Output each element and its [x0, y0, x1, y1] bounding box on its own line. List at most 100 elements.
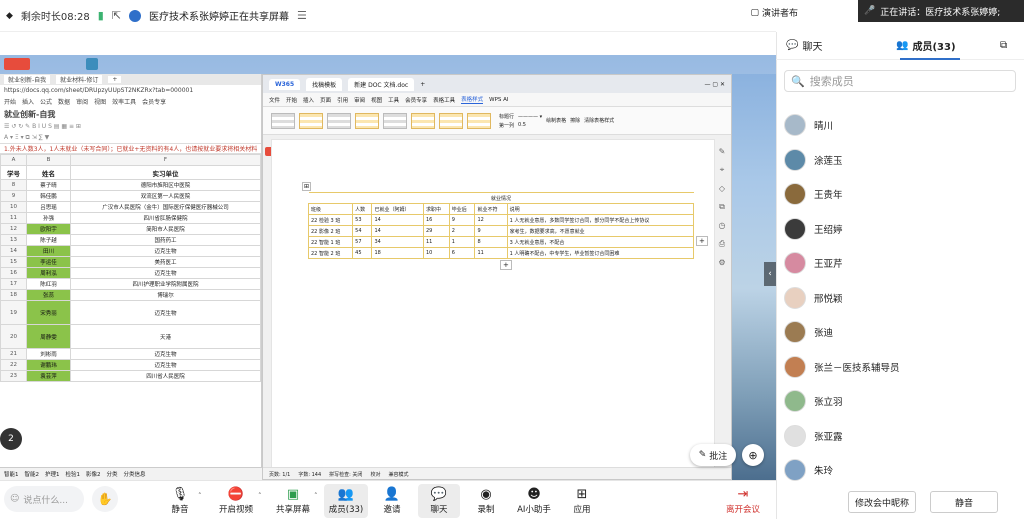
doc-menu-item[interactable]: 引用 — [337, 96, 348, 104]
table-cell[interactable]: 1 — [448, 236, 476, 248]
member-row[interactable]: 邢悦颖 — [784, 284, 843, 312]
share-menu-icon[interactable]: ☰ — [297, 9, 307, 22]
row-number-cell[interactable]: 13 — [0, 234, 27, 246]
table-cell[interactable]: 6 — [448, 247, 476, 259]
table-style-swatch[interactable] — [299, 112, 323, 129]
doc-menu-item[interactable]: 页面 — [320, 96, 331, 104]
name-cell[interactable]: 韩佳鹏 — [26, 190, 71, 202]
table-cell[interactable]: 9 — [474, 225, 508, 237]
tab-members[interactable]: 👥 成员(33) — [896, 38, 1000, 53]
add-row-icon[interactable]: + — [500, 260, 512, 270]
settings-icon[interactable]: ⚙ — [718, 258, 725, 267]
header-cell[interactable]: 求职中 — [422, 203, 450, 215]
row-number-cell[interactable]: 18 — [0, 289, 27, 301]
table-title[interactable]: 就业情况 — [308, 192, 694, 204]
pen-icon[interactable]: ✎ — [719, 147, 726, 156]
ribbon-label[interactable]: 绘制表格 — [546, 117, 566, 124]
table-cell[interactable]: 54 — [352, 225, 373, 237]
table-cell[interactable]: 3 人无就业意愿，不配合 — [506, 236, 695, 248]
doc-tab[interactable]: 找稿模板 — [306, 77, 343, 91]
table-cell[interactable]: 22 智能 1 班 — [307, 236, 354, 248]
sheet-tab[interactable]: 护理1 — [45, 470, 60, 478]
doc-menu-item[interactable]: WPS AI — [489, 97, 508, 103]
table-cell[interactable]: 10 — [422, 247, 450, 259]
select-icon[interactable]: ⌖ — [720, 165, 725, 175]
table-cell[interactable]: 12 — [474, 214, 508, 226]
apps-button[interactable]: ⊞ 应用 — [570, 484, 594, 518]
raise-hand-button[interactable]: ✋ — [92, 486, 118, 512]
chevron-up-icon[interactable]: ˄ — [314, 492, 318, 500]
sheet-menu-item[interactable]: 审阅 — [76, 97, 88, 106]
rename-button[interactable]: 修改会中昵称 — [848, 491, 916, 513]
leave-meeting-button[interactable]: ⇥ 离开会议 — [722, 484, 764, 518]
member-row[interactable]: 王绍婷 — [784, 215, 843, 243]
table-cell[interactable]: 家考生，数据要求高，不愿意就业 — [506, 225, 695, 237]
unit-cell[interactable]: 广汉市人民医院（金牛）国际医疗保健医疗器械公司 — [70, 201, 261, 213]
name-cell[interactable]: 孙强 — [26, 212, 71, 224]
table-cell[interactable]: 45 — [352, 247, 373, 259]
doc-menu-item[interactable]: 开始 — [286, 96, 297, 104]
print-icon[interactable]: ⎙ — [719, 239, 725, 249]
header-cell[interactable]: 姓名 — [26, 165, 71, 180]
doc-menu-item[interactable]: 表格样式 — [461, 95, 484, 104]
member-row[interactable]: 张迪 — [784, 318, 833, 346]
unit-cell[interactable]: 迈克生物 — [70, 359, 261, 371]
name-cell[interactable]: 谢鹏玮 — [26, 359, 71, 371]
sheet-menu-item[interactable]: 公式 — [40, 97, 52, 106]
header-cell[interactable]: 毕业后 — [448, 203, 476, 215]
spreadsheet-window[interactable]: 就业创新-自我 就业材料-修订 + https://docs.qq.com/sh… — [0, 74, 262, 480]
unit-cell[interactable]: 迈克生物 — [70, 348, 261, 360]
sheet-menu-item[interactable]: 插入 — [22, 97, 34, 106]
name-cell[interactable]: 陈子越 — [26, 234, 71, 246]
chat-input[interactable]: ☺ 说点什么... — [4, 486, 84, 512]
unit-cell[interactable]: 简阳市人民医院 — [70, 223, 261, 235]
doc-page[interactable]: ⊞ 就业情况 班级 人数 已就业（阿姆） 求职中 毕业后 就业不符 说明 22 检验 3 班… — [271, 139, 715, 469]
sheet-tab[interactable]: 分类 — [107, 470, 118, 478]
share-out-icon[interactable]: ⇱ — [112, 9, 121, 22]
name-cell[interactable]: 蔡子晴 — [26, 179, 71, 191]
border-style-select[interactable]: ———— ▾ — [518, 114, 542, 120]
row-number-cell[interactable]: 16 — [0, 267, 27, 279]
sheet-tab[interactable]: 智能2 — [25, 470, 40, 478]
unit-cell[interactable]: 德阳市旌阳区中医院 — [70, 179, 261, 191]
annotate-button[interactable]: ✎ 批注 — [690, 444, 736, 466]
copy-icon[interactable]: ⧉ — [719, 202, 725, 212]
chevron-up-icon[interactable]: ˄ — [198, 492, 202, 500]
row-number-cell[interactable]: 23 — [0, 370, 27, 382]
tab-chat[interactable]: 💬 聊天 — [786, 38, 896, 53]
sheet-scroll-indicator[interactable]: 2 — [0, 428, 22, 450]
table-cell[interactable]: 14 — [371, 225, 424, 237]
table-style-swatch[interactable] — [355, 112, 379, 129]
table-style-swatch[interactable] — [411, 112, 435, 129]
table-cell[interactable]: 34 — [371, 236, 424, 248]
name-cell[interactable]: 张蕊 — [26, 289, 71, 301]
table-style-swatch[interactable] — [467, 112, 491, 129]
ribbon-label[interactable]: 擦除 — [570, 117, 580, 124]
sheet-menu-item[interactable]: 开始 — [4, 97, 16, 106]
table-cell[interactable]: 14 — [371, 214, 424, 226]
col-header[interactable]: B — [26, 154, 71, 166]
row-number-cell[interactable]: 22 — [0, 359, 27, 371]
row-number-cell[interactable]: 20 — [0, 324, 27, 349]
mute-all-button[interactable]: 静音 — [930, 491, 998, 513]
video-button[interactable]: ⛔ 开启视频 — [216, 484, 256, 518]
sheet-tab[interactable]: 就业创新-自我 — [4, 75, 51, 84]
doc-menu-item[interactable]: 视图 — [371, 96, 382, 104]
share-screen-button[interactable]: ▣ 共享屏幕 — [274, 484, 312, 518]
sheet-tab[interactable]: 分类信息 — [124, 470, 146, 478]
header-cell[interactable]: 学号 — [0, 165, 27, 180]
member-row[interactable]: 朱玲 — [784, 456, 833, 484]
table-cell[interactable]: 2 — [448, 225, 476, 237]
row-number-cell[interactable]: 14 — [0, 245, 27, 257]
unit-cell[interactable]: 四川省人民医院 — [70, 370, 261, 382]
stage-arrow-icon[interactable]: ‹ — [764, 262, 776, 286]
address-bar[interactable]: https://docs.qq.com/sheet/DRUpzyUUpST2NK… — [0, 85, 261, 96]
ai-assistant-button[interactable]: ☻ AI小助手 — [514, 484, 554, 518]
mute-button[interactable]: 🎙 静音 — [166, 484, 194, 518]
sheet-tab[interactable]: 智能1 — [4, 470, 19, 478]
doc-menu-item[interactable]: 工具 — [388, 96, 399, 104]
clock-icon[interactable]: ◷ — [719, 221, 726, 230]
row-number-cell[interactable]: 15 — [0, 256, 27, 268]
unit-cell[interactable]: 迈克生物 — [70, 245, 261, 257]
table-cell[interactable]: 11 — [474, 247, 508, 259]
